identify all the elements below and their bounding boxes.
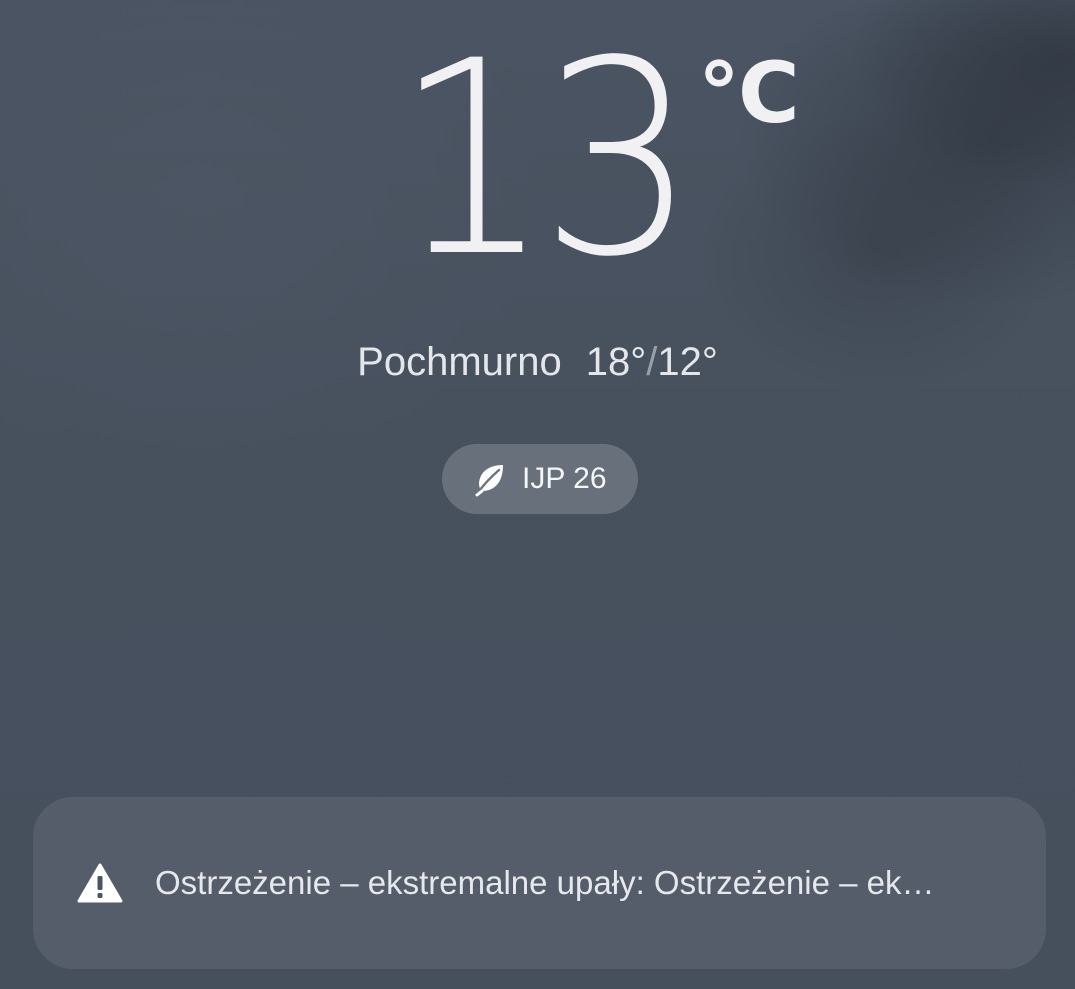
warning-icon xyxy=(77,863,123,903)
alert-text: Ostrzeżenie – ekstremalne upały: Ostrzeż… xyxy=(155,864,935,901)
high-low-separator: / xyxy=(646,340,658,384)
air-quality-chip[interactable]: IJP 26 xyxy=(442,444,638,514)
condition-summary: Pochmurno 18°/12° xyxy=(0,336,1075,388)
leaf-icon xyxy=(475,465,503,497)
temperature-unit: °C xyxy=(698,44,800,142)
current-temperature: 13 xyxy=(394,4,697,316)
low-temperature: 12° xyxy=(657,340,718,384)
air-quality-label: IJP 26 xyxy=(522,462,607,495)
high-temperature: 18° xyxy=(585,340,647,384)
condition-label: Pochmurno xyxy=(357,340,562,384)
weather-alert-card[interactable]: Ostrzeżenie – ekstremalne upały: Ostrzeż… xyxy=(33,797,1046,969)
